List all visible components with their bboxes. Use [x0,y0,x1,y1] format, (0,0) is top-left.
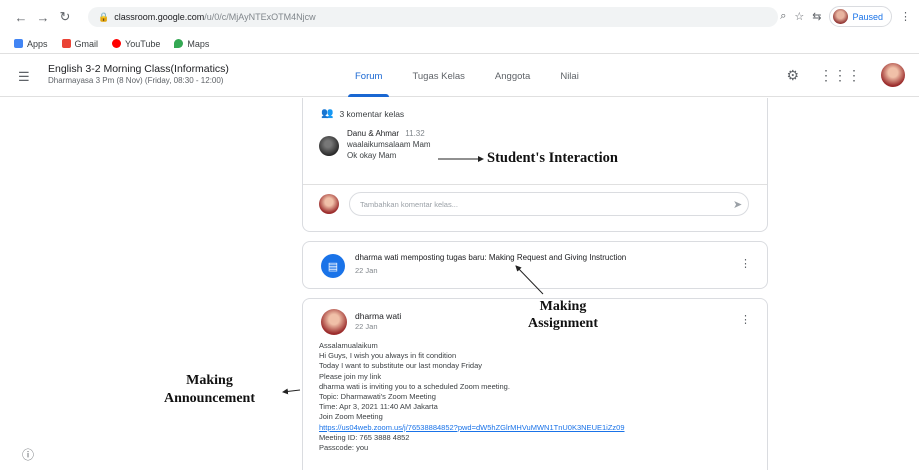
class-tabs: Forum Tugas Kelas Anggota Nilai [340,55,594,97]
assignment-date: 22 Jan [355,266,378,275]
browser-toolbar: ← → ↻ 🔒 classroom.google.com /u/0/c/MjAy… [0,0,919,34]
forward-arrow-icon[interactable]: → [32,6,54,28]
url-path: /u/0/c/MjAyNTExOTM4Njcw [204,12,316,22]
announcement-body: Assalamualaikum Hi Guys, I wish you alwa… [319,341,749,453]
bookmark-label: Maps [187,38,210,49]
maps-pin-icon [174,39,184,48]
lock-icon: 🔒 [98,11,110,22]
announcement-arrow [282,388,301,395]
annotation-line: Making [186,373,233,388]
send-icon[interactable]: ➤ [733,198,742,211]
class-title[interactable]: English 3-2 Morning Class(Informatics) [48,63,229,75]
author-avatar [321,309,347,335]
profile-avatar [833,9,849,24]
translate-icon[interactable]: ⇆ [812,10,821,23]
bookmark-label: YouTube [125,38,161,49]
post-date: 22 Jan [355,322,378,331]
profile-label: Paused [852,11,883,22]
zoom-meeting-link[interactable]: https://us04web.zoom.us/j/76538884852?pw… [319,423,749,433]
assignment-title[interactable]: dharma wati memposting tugas baru: Makin… [355,253,626,262]
announcement-line: Meeting ID: 765 3888 4852 [319,432,410,442]
author-name: dharma wati [355,311,402,321]
people-icon: 👥 [321,108,334,119]
tab-forum[interactable]: Forum [340,55,397,97]
reload-icon[interactable]: ↻ [54,6,76,28]
apps-grid-icon[interactable]: ⋮⋮⋮ [819,67,861,84]
announcement-line: Today I want to substitute our last mond… [319,361,482,371]
browser-menu-icon[interactable]: ⋮ [900,10,911,23]
gmail-icon [61,39,71,48]
classroom-header: ☰ English 3-2 Morning Class(Informatics)… [0,55,919,97]
profile-paused-button[interactable]: Paused [829,6,892,27]
annotation-making-announcement: Making Announcement [164,372,255,408]
comment-count: 3 komentar kelas [339,108,405,119]
divider [303,184,767,185]
annotation-making-assignment: Making Assignment [528,298,598,332]
bookmark-label: Apps [27,38,48,49]
comment-text-line: Ok okay Mam [347,151,397,160]
tab-anggota[interactable]: Anggota [480,55,545,97]
annotation-student-interaction: Student's Interaction [487,150,618,166]
bookmark-apps[interactable]: Apps [14,39,48,49]
gear-icon[interactable]: ⚙ [786,67,799,84]
more-options-icon[interactable]: ⋮ [740,257,751,270]
bookmarks-bar: Apps Gmail YouTube Maps [0,34,919,54]
bookmark-label: Gmail [74,38,99,49]
bookmark-youtube[interactable]: YouTube [112,39,160,49]
menu-icon[interactable]: ☰ [18,69,30,85]
announcement-line: Topic: Dharmawati's Zoom Meeting [319,392,436,402]
announcement-line: Assalamualaikum [319,341,378,350]
announcement-line: Time: Apr 3, 2021 11:40 AM Jakarta [319,402,438,412]
announcement-line: dharma wati is inviting you to a schedul… [319,381,510,391]
comment-text-line: waalaikumsalaam Mam [347,140,431,149]
tab-nilai[interactable]: Nilai [545,55,593,97]
annotation-line: Announcement [164,391,256,406]
class-comments-toggle[interactable]: 👥 3 komentar kelas [321,108,404,119]
class-subtitle: Dharmayasa 3 Pm (8 Nov) (Friday, 08:30 -… [48,76,224,85]
announcement-line: Passcode: you [319,443,369,453]
annotation-line: Assignment [528,316,599,331]
assignment-card[interactable]: ▤ dharma wati memposting tugas baru: Mak… [302,241,768,289]
user-avatar[interactable] [881,63,905,87]
apps-grid-icon [14,39,23,48]
help-icon[interactable]: ⓘ [22,446,34,463]
back-arrow-icon[interactable]: ← [10,6,32,28]
zoom-icon[interactable]: ⌕ [780,10,786,23]
commenter-name: Danu & Ahmar [347,129,400,138]
comment-time: 11.32 [405,129,425,138]
bookmark-star-icon[interactable]: ☆ [794,10,804,23]
address-bar[interactable]: 🔒 classroom.google.com /u/0/c/MjAyNTExOT… [88,7,778,27]
announcement-line: Hi Guys, I wish you always in fit condit… [319,351,457,361]
annotation-line: Making [539,299,587,314]
commenter-avatar [319,136,339,156]
class-comment-input[interactable]: Tambahkan komentar kelas... [349,192,749,216]
youtube-icon [112,39,122,48]
announcement-line: Please join my link [319,371,382,381]
bookmark-gmail[interactable]: Gmail [61,38,99,49]
assignment-icon: ▤ [321,254,345,278]
bookmark-maps[interactable]: Maps [174,39,209,49]
announcement-line: Join Zoom Meeting [319,412,383,422]
url-host: classroom.google.com [114,12,205,22]
reply-avatar [319,194,339,214]
comment-item: Danu & Ahmar 11.32 waalaikumsalaam Mam O… [319,128,431,161]
tab-tugas-kelas[interactable]: Tugas Kelas [397,55,479,97]
more-options-icon[interactable]: ⋮ [740,313,751,326]
